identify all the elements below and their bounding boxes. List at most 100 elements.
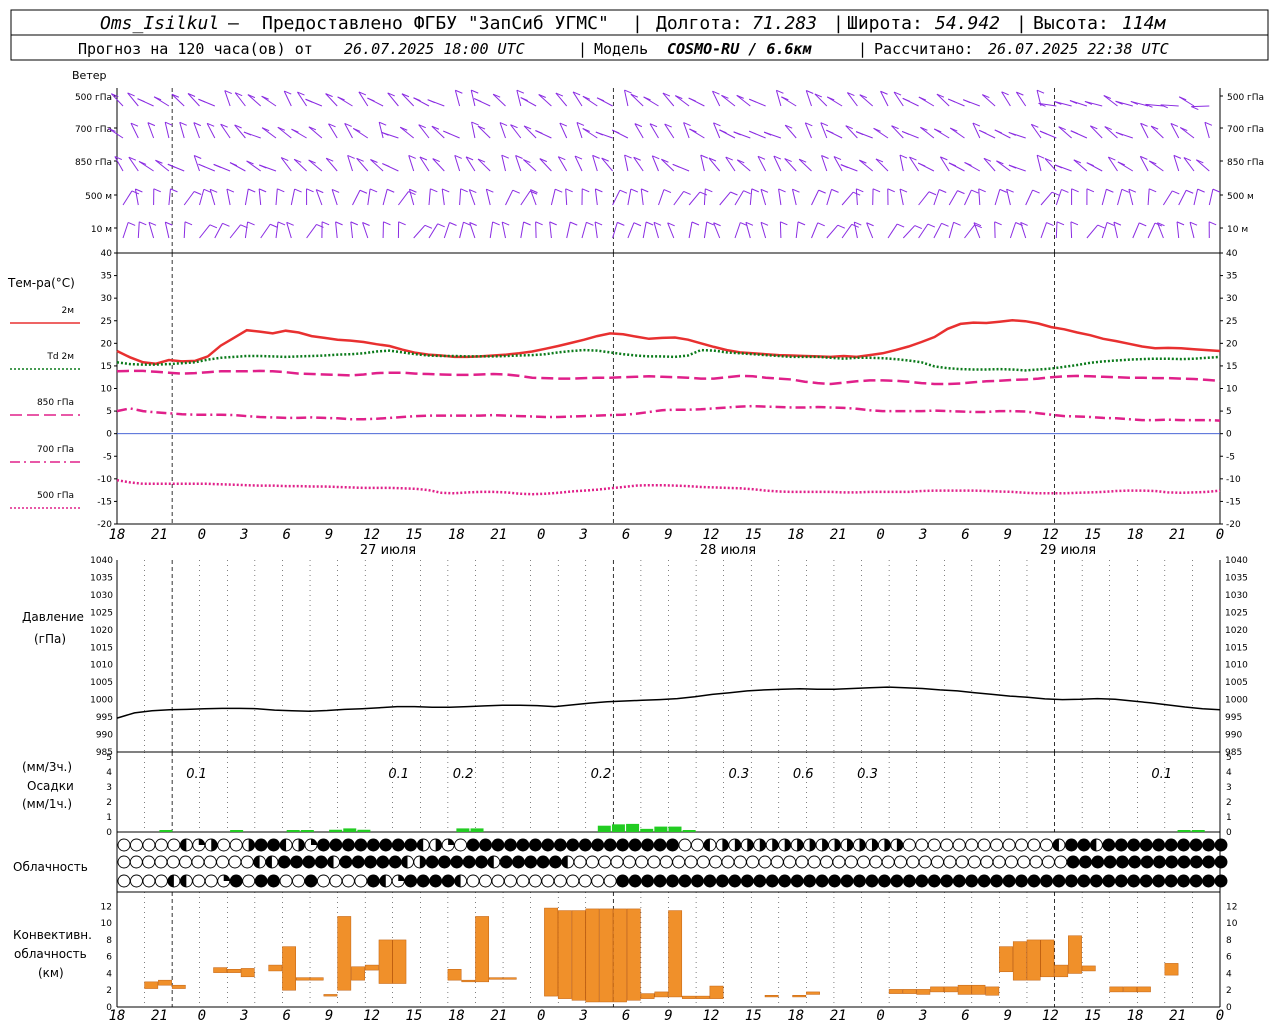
hour-tick-mid: 18 bbox=[109, 527, 126, 543]
wind-barb bbox=[418, 124, 430, 139]
wind-barb bbox=[187, 93, 200, 107]
cloud-symbol bbox=[840, 874, 854, 888]
precip-bar bbox=[1177, 830, 1191, 832]
wind-barb-staff bbox=[996, 160, 1011, 172]
wind-barb-staff bbox=[845, 125, 858, 139]
wind-barb bbox=[454, 154, 462, 172]
wind-barb-feather bbox=[595, 131, 604, 136]
cloud-circle bbox=[229, 838, 243, 852]
wind-barb-staff bbox=[539, 158, 552, 172]
wind-barb bbox=[397, 221, 406, 239]
wind-barb-staff bbox=[335, 221, 338, 239]
cloud-half bbox=[797, 839, 804, 851]
wind-barb-staff bbox=[428, 223, 439, 239]
precip-tick-left: 2 bbox=[106, 798, 112, 808]
wind-barb-staff bbox=[171, 93, 185, 107]
cloud-half bbox=[417, 839, 424, 851]
wind-barb-staff bbox=[137, 221, 140, 239]
cloud-half bbox=[759, 839, 766, 851]
precip-amount-label: 0.1 bbox=[388, 767, 409, 782]
cloud-symbol bbox=[1027, 874, 1041, 888]
wind-barb-staff bbox=[688, 221, 693, 239]
wind-barb bbox=[305, 98, 323, 107]
cloud-circle bbox=[965, 838, 979, 852]
wind-barb bbox=[994, 129, 1011, 139]
wind-barb bbox=[1115, 100, 1133, 107]
wind-barb-staff bbox=[964, 224, 976, 239]
conv-bar bbox=[806, 991, 820, 995]
cloud-circle bbox=[329, 838, 343, 852]
wind-barb bbox=[1204, 121, 1213, 139]
wind-barb-staff bbox=[1073, 159, 1088, 172]
conv-bar bbox=[1164, 963, 1179, 976]
wind-barb-staff bbox=[1036, 155, 1042, 172]
cloud-circle bbox=[980, 855, 994, 869]
wind-barb-feather bbox=[259, 164, 267, 169]
temp-tick-left: 40 bbox=[101, 249, 113, 259]
cloud-symbol bbox=[990, 874, 1004, 888]
cloud-circle bbox=[240, 855, 254, 869]
cloud-circle bbox=[1139, 838, 1153, 852]
cloud-symbol bbox=[491, 874, 505, 888]
wind-barb-staff bbox=[853, 221, 858, 239]
cloud-symbol bbox=[1002, 838, 1016, 852]
cloud-symbol bbox=[990, 838, 1004, 852]
wind-barb-feather bbox=[719, 129, 727, 134]
precip-amount-label: 0.1 bbox=[186, 767, 207, 782]
cloud-circle bbox=[877, 874, 891, 888]
conv-bar bbox=[1109, 986, 1124, 993]
wind-barb-staff bbox=[757, 156, 767, 172]
wind-barb bbox=[673, 190, 691, 206]
wind-barb-staff bbox=[432, 158, 445, 172]
cloud-circle bbox=[740, 874, 754, 888]
cloud-symbol bbox=[314, 855, 328, 869]
wind-barb bbox=[297, 91, 308, 107]
cloud-circle bbox=[553, 838, 567, 852]
conv-bar bbox=[916, 989, 931, 995]
cloud-circle bbox=[503, 838, 517, 852]
wind-barb-feather bbox=[229, 162, 238, 167]
wind-barb-staff bbox=[206, 123, 216, 139]
wind-barb bbox=[918, 223, 936, 239]
cloud-symbol bbox=[192, 838, 206, 852]
wind-barb bbox=[260, 223, 278, 239]
cloud-symbol bbox=[516, 838, 530, 852]
conv-bar bbox=[309, 977, 324, 981]
cloud-circle bbox=[314, 855, 328, 869]
cloud-half bbox=[280, 839, 287, 851]
hour-tick-mid: 6 bbox=[282, 527, 290, 543]
wind-barb-feather bbox=[797, 221, 806, 226]
cloud-symbol bbox=[404, 874, 418, 888]
wind-barb-staff bbox=[275, 188, 278, 206]
cloud-circle bbox=[279, 874, 293, 888]
cloud-symbol bbox=[479, 838, 492, 852]
wind-barb-feather bbox=[335, 221, 343, 226]
cloud-symbol bbox=[1177, 838, 1191, 852]
cloud-symbol bbox=[441, 838, 455, 852]
wind-barb bbox=[736, 159, 751, 172]
wind-barb-feather bbox=[706, 221, 714, 226]
cloud-circle bbox=[990, 874, 1004, 888]
wind-barb-staff bbox=[308, 159, 323, 172]
hour-tick-bottom: 0 bbox=[1216, 1008, 1224, 1024]
precip-amount-label: 0.3 bbox=[857, 767, 878, 782]
wind-barb bbox=[114, 156, 124, 172]
cloud-circle bbox=[977, 838, 991, 852]
wind-barb bbox=[214, 222, 230, 239]
cloud-symbol bbox=[253, 855, 267, 869]
wind-barb bbox=[277, 126, 292, 139]
cloud-symbol bbox=[1040, 874, 1053, 888]
cloud-circle bbox=[217, 838, 231, 852]
cloud-symbol bbox=[591, 874, 605, 888]
cloud-quarter bbox=[398, 875, 405, 881]
hour-tick-bottom: 21 bbox=[151, 1008, 168, 1024]
cloud-circle bbox=[388, 855, 402, 869]
wind-level-label-right: 700 гПа bbox=[1227, 125, 1264, 135]
cloud-circle bbox=[709, 855, 723, 869]
conv-bar bbox=[613, 908, 627, 1003]
cloud-symbol bbox=[844, 855, 858, 869]
wind-barb-staff bbox=[734, 190, 744, 206]
wind-barb bbox=[259, 164, 277, 172]
cloud-symbol bbox=[167, 874, 181, 888]
wind-barb bbox=[708, 157, 721, 172]
